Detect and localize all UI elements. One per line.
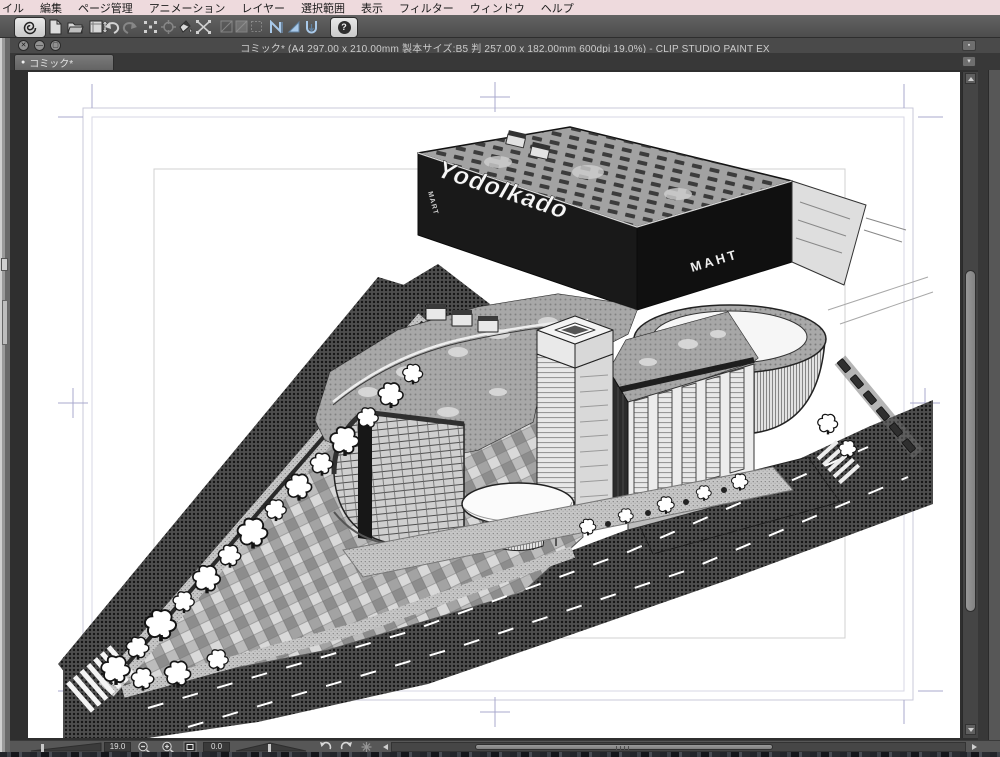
- modified-indicator-icon: ●: [21, 59, 26, 66]
- menu-selection[interactable]: 選択範囲: [301, 0, 345, 16]
- menu-bar: イル 編集 ページ管理 アニメーション レイヤー 選択範囲 表示 フィルター ウ…: [0, 0, 1000, 15]
- snap-to-ruler-icon[interactable]: [269, 17, 284, 36]
- menu-view[interactable]: 表示: [361, 0, 383, 16]
- menu-animation[interactable]: アニメーション: [149, 0, 226, 16]
- left-panel-tool-icon[interactable]: [1, 258, 8, 271]
- move-icon[interactable]: [160, 17, 176, 36]
- redo-icon[interactable]: [121, 17, 139, 36]
- scroll-up-icon[interactable]: [965, 73, 976, 84]
- snap-to-special-ruler-icon[interactable]: [287, 17, 302, 36]
- open-file-icon[interactable]: [66, 17, 84, 36]
- undo-icon[interactable]: [102, 17, 120, 36]
- snap-to-grid-icon[interactable]: [304, 17, 319, 36]
- titlebar-panel-button[interactable]: ▪: [962, 40, 976, 51]
- canvas-viewport[interactable]: YodoIkado MAHT MART: [28, 72, 960, 738]
- status-bar: 19.0 0.0: [10, 740, 1000, 753]
- horizontal-scrollbar[interactable]: [391, 742, 966, 752]
- scroll-grip-icon: [616, 746, 630, 750]
- document-title-bar: ✕ — ▢ コミック* (A4 297.00 x 210.00mm 製本サイズ:…: [10, 38, 1000, 55]
- right-panel-sliver: [988, 70, 1000, 740]
- document-tab-bar: ● コミック* ▾: [10, 53, 1000, 70]
- menu-edit[interactable]: 編集: [40, 0, 62, 16]
- zoom-value[interactable]: 19.0: [104, 742, 131, 752]
- tabbar-panel-button[interactable]: ▾: [962, 56, 976, 67]
- snap-disabled-3-icon[interactable]: [250, 17, 263, 36]
- menu-layer[interactable]: レイヤー: [241, 0, 285, 16]
- menu-help[interactable]: ヘルプ: [541, 0, 574, 16]
- snap-disabled-2-icon[interactable]: [235, 17, 248, 36]
- scroll-down-icon[interactable]: [965, 724, 976, 735]
- menu-filter[interactable]: フィルター: [399, 0, 454, 16]
- left-panel-sliver: [0, 38, 10, 752]
- rotation-value[interactable]: 0.0: [203, 742, 230, 752]
- document-tab-label: コミック*: [29, 59, 74, 70]
- vertical-scroll-thumb[interactable]: [965, 270, 976, 612]
- menu-file-partial[interactable]: イル: [2, 0, 24, 16]
- clip-studio-logo-icon[interactable]: [14, 17, 46, 38]
- page-artwork: YodoIkado MAHT MART: [58, 82, 943, 738]
- menu-window[interactable]: ウィンドウ: [470, 0, 525, 16]
- snap-disabled-1-icon[interactable]: [220, 17, 233, 36]
- main-toolbar: ?: [0, 15, 1000, 38]
- horizontal-scroll-thumb[interactable]: [475, 744, 773, 750]
- new-file-icon[interactable]: [48, 17, 62, 36]
- fill-ink-icon[interactable]: [177, 17, 193, 36]
- desktop-strip: [0, 752, 1000, 757]
- document-tab[interactable]: ● コミック*: [14, 54, 114, 70]
- free-transform-icon[interactable]: [195, 17, 211, 36]
- left-panel-scroll-thumb[interactable]: [2, 300, 8, 345]
- vertical-scrollbar[interactable]: [962, 72, 978, 738]
- scale-rotate-icon[interactable]: [142, 17, 158, 36]
- help-icon[interactable]: ?: [330, 17, 358, 38]
- menu-page-manage[interactable]: ページ管理: [78, 0, 133, 16]
